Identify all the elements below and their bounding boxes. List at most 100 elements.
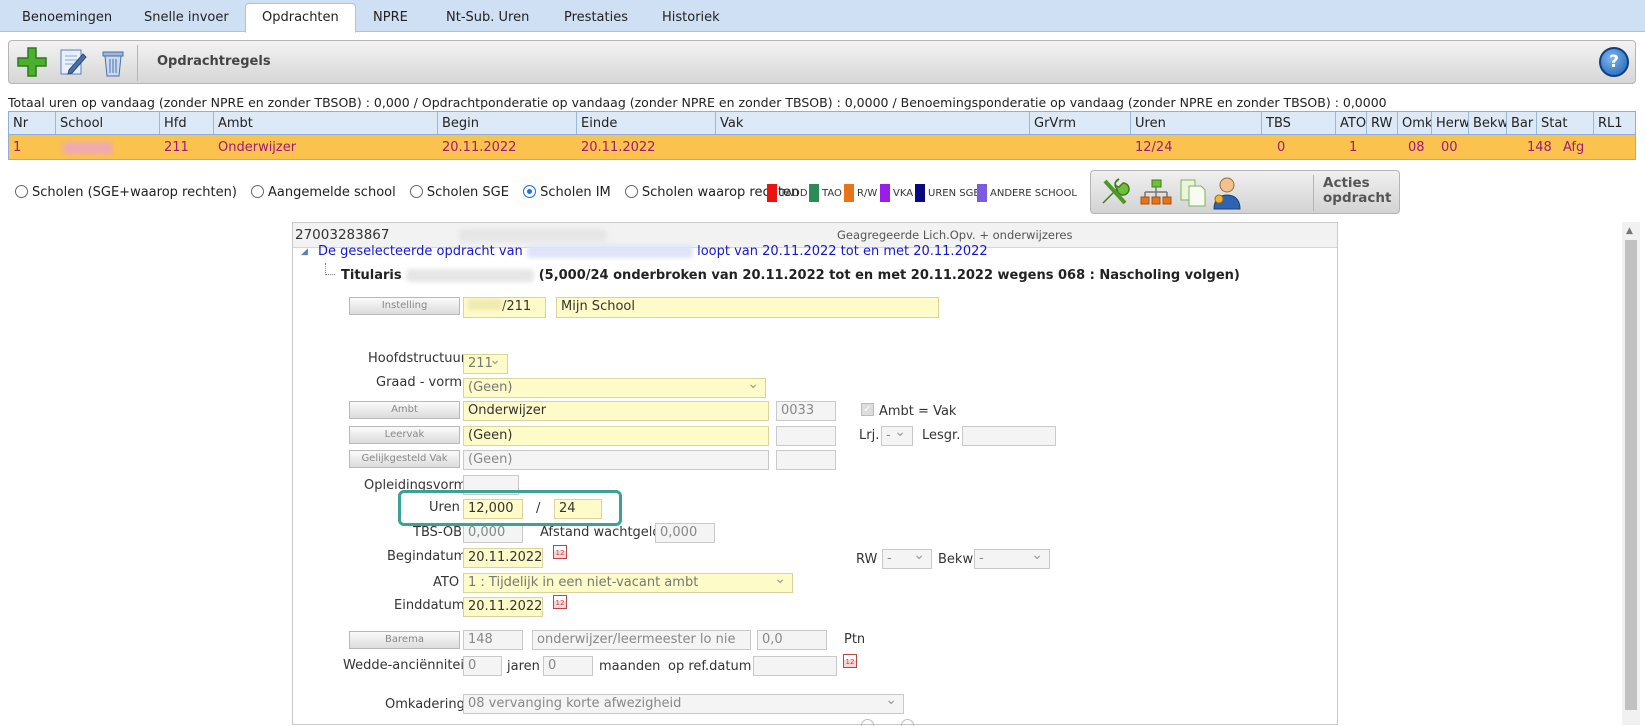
- col-hfd[interactable]: Hfd: [160, 112, 214, 134]
- col-uren[interactable]: Uren: [1131, 112, 1262, 134]
- radio-circle[interactable]: [409, 185, 423, 198]
- tab-snelle-invoer[interactable]: Snelle invoer: [128, 4, 245, 32]
- tab-prestaties[interactable]: Prestaties: [548, 4, 644, 32]
- instelling-button[interactable]: Instelling: [349, 297, 460, 315]
- tree-connector: [325, 263, 335, 275]
- instelling-code-field[interactable]: /211: [463, 297, 546, 318]
- radio-aangemelde-school[interactable]: Aangemelde school: [251, 185, 396, 200]
- gelijkgesteld-vak-field[interactable]: (Geen): [463, 450, 769, 470]
- col-bar[interactable]: Bar: [1507, 112, 1537, 134]
- opdrachten-grid: Nr School Hfd Ambt Begin Einde Vak GrVrm…: [8, 111, 1636, 161]
- col-nr[interactable]: Nr: [9, 112, 56, 134]
- redacted-person: [526, 245, 693, 258]
- col-grvrm[interactable]: GrVrm: [1030, 112, 1131, 134]
- tree-node-opdracht[interactable]: De geselecteerde opdracht van loopt van …: [318, 244, 988, 259]
- leervak-code-field[interactable]: [776, 426, 836, 446]
- jaren-field[interactable]: 0: [463, 656, 502, 676]
- add-icon[interactable]: [15, 45, 49, 79]
- scrollbar-thumb[interactable]: [1625, 240, 1637, 710]
- rw-select[interactable]: -: [882, 549, 932, 569]
- barema-button[interactable]: Barema: [349, 631, 460, 649]
- omkadering-label: Omkadering: [385, 697, 465, 712]
- graad-vorm-select[interactable]: (Geen): [463, 378, 766, 398]
- col-stat[interactable]: Stat: [1537, 112, 1594, 134]
- col-herw[interactable]: Herw: [1432, 112, 1469, 134]
- col-rw[interactable]: RW: [1367, 112, 1398, 134]
- edit-icon[interactable]: [57, 46, 89, 78]
- tab-opdrachten[interactable]: Opdrachten: [245, 3, 356, 33]
- barema-description-field[interactable]: onderwijzer/leermeester lo nie: [532, 630, 751, 650]
- maanden-field[interactable]: 0: [543, 656, 593, 676]
- radio-scholen-im[interactable]: Scholen IM: [523, 185, 611, 200]
- col-rl1[interactable]: RL1: [1594, 112, 1637, 134]
- gelijkgesteld-code-field[interactable]: [776, 450, 836, 470]
- legend-swatch: [809, 184, 819, 202]
- copy-icon[interactable]: [1177, 176, 1209, 210]
- radio-circle[interactable]: [251, 185, 265, 198]
- ref-datum-field[interactable]: [753, 656, 837, 676]
- rw-label: RW: [856, 552, 878, 567]
- acties-line2: opdracht: [1323, 190, 1392, 206]
- help-icon[interactable]: ?: [1599, 47, 1629, 77]
- row-hfd: 211: [164, 140, 189, 155]
- radio-scholen-sge[interactable]: Scholen SGE: [409, 185, 509, 200]
- radio-circle[interactable]: [15, 185, 28, 198]
- tbs-ob-field[interactable]: 0,000: [463, 523, 523, 543]
- scrollbar[interactable]: ▲: [1622, 222, 1640, 725]
- radio-circle-selected[interactable]: [523, 185, 537, 198]
- radio-circle[interactable]: [624, 185, 638, 198]
- afstand-wachtgeld-field[interactable]: 0,000: [655, 523, 715, 543]
- col-school[interactable]: School: [56, 112, 160, 134]
- ambt-button[interactable]: Ambt: [349, 401, 460, 419]
- barema-field[interactable]: 148: [463, 630, 523, 650]
- delete-icon[interactable]: [97, 45, 129, 79]
- bekw-select[interactable]: -: [974, 549, 1050, 569]
- gelijkgesteld-vak-button[interactable]: Gelijkgesteld Vak: [349, 450, 460, 468]
- col-ambt[interactable]: Ambt: [214, 112, 438, 134]
- tree-node-text: De geselecteerde opdracht van: [318, 244, 523, 259]
- leervak-button[interactable]: Leervak: [349, 426, 460, 444]
- maanden-label: maanden: [599, 659, 661, 674]
- user-settings-icon[interactable]: [1211, 175, 1243, 211]
- hoofdstructuur-select[interactable]: 211: [463, 354, 508, 374]
- col-ato[interactable]: ATO: [1336, 112, 1367, 134]
- legend-label: UREN SGE: [928, 188, 980, 199]
- col-vak[interactable]: Vak: [716, 112, 1030, 134]
- acties-separator: [1313, 175, 1314, 211]
- radio-scholen-sge-rechten[interactable]: Scholen (SGE+waarop rechten): [15, 185, 237, 200]
- ambt-vak-checkbox[interactable]: ✓: [861, 403, 874, 416]
- col-einde[interactable]: Einde: [577, 112, 716, 134]
- hierarchy-icon[interactable]: [1139, 177, 1173, 209]
- calendar-icon[interactable]: 12: [843, 654, 857, 668]
- acties-opdracht-button[interactable]: Acties opdracht: [1323, 176, 1391, 206]
- calendar-icon[interactable]: 12: [553, 595, 567, 609]
- barema-ptn-field[interactable]: 0,0: [757, 630, 827, 650]
- lesgr-field[interactable]: [962, 426, 1056, 446]
- panel-id: 27003283867: [295, 227, 390, 243]
- uren-highlight-box: [398, 490, 622, 526]
- tree-collapse-icon[interactable]: ◢: [301, 247, 308, 257]
- col-tbs[interactable]: TBS: [1262, 112, 1336, 134]
- einddatum-field[interactable]: 20.11.2022: [463, 597, 543, 617]
- tree-node-titularis[interactable]: Titularis (5,000/24 onderbroken van 20.1…: [341, 268, 1240, 283]
- legend-label: TADD: [780, 188, 808, 199]
- col-begin[interactable]: Begin: [438, 112, 577, 134]
- leervak-field[interactable]: (Geen): [463, 426, 769, 446]
- instelling-name-field[interactable]: Mijn School: [556, 297, 939, 318]
- tools-icon[interactable]: [1097, 175, 1131, 209]
- omkadering-select[interactable]: 08 vervanging korte afwezigheid: [463, 694, 904, 714]
- scroll-up-icon[interactable]: ▲: [1626, 226, 1633, 236]
- ambt-field[interactable]: Onderwijzer: [463, 401, 769, 421]
- table-row[interactable]: 1 211 Onderwijzer 20.11.2022 20.11.2022 …: [8, 134, 1636, 160]
- tab-nt-sub-uren[interactable]: Nt-Sub. Uren: [430, 4, 545, 32]
- ambt-code-field[interactable]: 0033: [776, 401, 836, 421]
- tab-historiek[interactable]: Historiek: [646, 4, 736, 32]
- col-bekw[interactable]: Bekw: [1469, 112, 1507, 134]
- tab-npre[interactable]: NPRE: [357, 4, 424, 32]
- ato-select[interactable]: 1 : Tijdelijk in een niet-vacant ambt: [463, 573, 793, 593]
- tab-benoemingen[interactable]: Benoemingen: [6, 4, 128, 32]
- col-omk[interactable]: Omk: [1398, 112, 1432, 134]
- lrj-select[interactable]: -: [881, 426, 913, 446]
- begindatum-field[interactable]: 20.11.2022: [463, 548, 543, 568]
- calendar-icon[interactable]: 12: [553, 545, 567, 559]
